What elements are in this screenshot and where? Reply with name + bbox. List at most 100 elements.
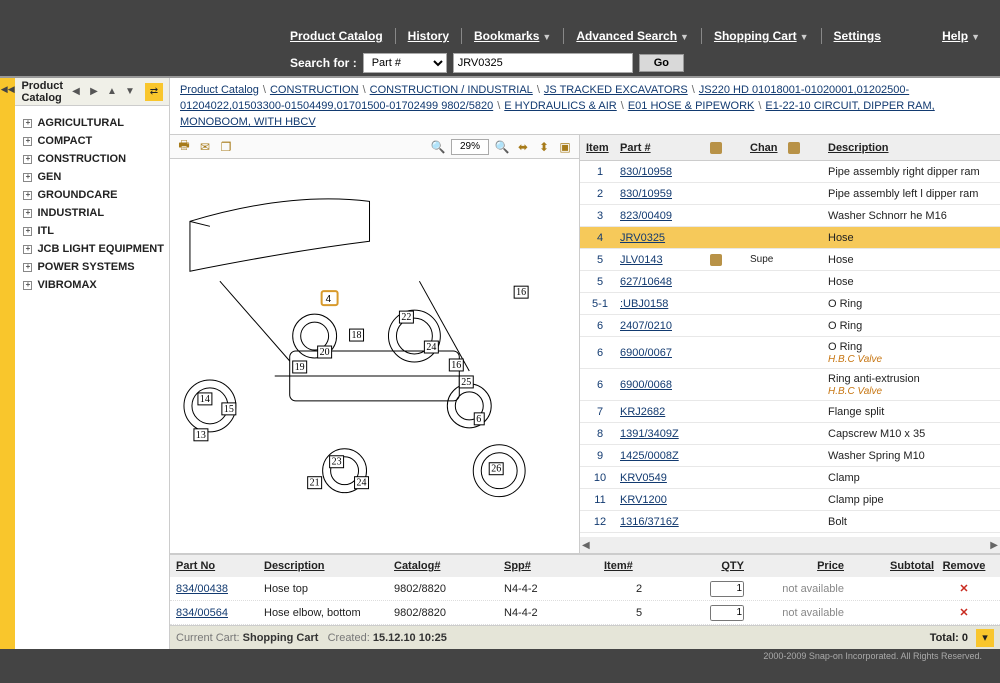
breadcrumb-link[interactable]: E01 HOSE & PIPEWORK <box>628 100 755 112</box>
zoom-out-icon[interactable]: 🔍 <box>430 139 446 155</box>
cart-col-desc[interactable]: Description <box>264 560 394 572</box>
nav-product-catalog[interactable]: Product Catalog <box>290 29 383 43</box>
part-link[interactable]: JRV0325 <box>620 232 665 244</box>
cart-col-subtotal[interactable]: Subtotal <box>844 560 934 572</box>
expand-icon[interactable]: + <box>23 173 32 182</box>
copy-icon[interactable]: ❐ <box>218 139 234 155</box>
locate-button[interactable]: ⇄ <box>145 83 163 101</box>
nav-forward-icon[interactable]: ▶ <box>87 85 101 99</box>
part-link[interactable]: 830/10958 <box>620 166 672 178</box>
expand-icon[interactable]: + <box>23 209 32 218</box>
col-item[interactable]: Item <box>580 142 620 154</box>
expand-cart-icon[interactable]: ▾ <box>976 629 994 647</box>
parts-diagram[interactable]: 4 14 15 13 19 20 18 22 24 25 6 16 <box>170 159 579 553</box>
breadcrumb-link[interactable]: CONSTRUCTION <box>270 84 359 96</box>
tree-item[interactable]: +CONSTRUCTION <box>19 150 165 168</box>
remove-icon[interactable]: ✕ <box>934 582 994 595</box>
expand-icon[interactable]: + <box>23 281 32 290</box>
nav-bookmarks[interactable]: Bookmarks▼ <box>474 29 551 43</box>
col-chan[interactable]: Chan <box>750 142 788 154</box>
part-link[interactable]: KRV1200 <box>620 494 667 506</box>
breadcrumb-link[interactable]: JS TRACKED EXCAVATORS <box>544 84 688 96</box>
cart-col-catalog[interactable]: Catalog# <box>394 560 504 572</box>
scroll-left-icon[interactable]: ◀ <box>582 540 590 551</box>
zoom-input[interactable] <box>451 139 489 155</box>
part-row[interactable]: 66900/0068Ring anti-extrusionH.B.C Valve <box>580 369 1000 401</box>
tree-item[interactable]: +GROUNDCARE <box>19 186 165 204</box>
part-link[interactable]: 823/00409 <box>620 210 672 222</box>
nav-history[interactable]: History <box>408 29 449 43</box>
expand-icon[interactable]: + <box>23 155 32 164</box>
expand-icon[interactable]: + <box>23 137 32 146</box>
part-link[interactable]: 6900/0068 <box>620 379 672 391</box>
expand-icon[interactable]: + <box>23 191 32 200</box>
print-icon[interactable]: 🖶 <box>176 139 192 155</box>
part-row[interactable]: 66900/0067O RingH.B.C Valve <box>580 337 1000 369</box>
part-link[interactable]: 6900/0067 <box>620 347 672 359</box>
cart-col-price[interactable]: Price <box>744 560 844 572</box>
part-row[interactable]: 5JLV0143SupeHose <box>580 249 1000 271</box>
search-input[interactable] <box>453 53 633 73</box>
qty-input[interactable] <box>710 605 744 621</box>
expand-icon[interactable]: + <box>23 263 32 272</box>
collapse-sidebar-tab[interactable]: ◀◀ <box>0 78 15 649</box>
part-row[interactable]: 7KRJ2682Flange split <box>580 401 1000 423</box>
fit-width-icon[interactable]: ⬌ <box>515 139 531 155</box>
breadcrumb-link[interactable]: E HYDRAULICS & AIR <box>504 100 616 112</box>
nav-up-icon[interactable]: ▲ <box>105 85 119 99</box>
tree-item[interactable]: +POWER SYSTEMS <box>19 258 165 276</box>
part-link[interactable]: JLV0143 <box>620 254 663 266</box>
part-row[interactable]: 2830/10959Pipe assembly left l dipper ra… <box>580 183 1000 205</box>
part-row[interactable]: 5627/10648Hose <box>580 271 1000 293</box>
tree-item[interactable]: +INDUSTRIAL <box>19 204 165 222</box>
tree-item[interactable]: +JCB LIGHT EQUIPMENT <box>19 240 165 258</box>
part-link[interactable]: 830/10959 <box>620 188 672 200</box>
tree-item[interactable]: +ITL <box>19 222 165 240</box>
cart-col-spp[interactable]: Spp# <box>504 560 604 572</box>
part-row[interactable]: 10KRV0549Clamp <box>580 467 1000 489</box>
nav-back-icon[interactable]: ◀ <box>69 85 83 99</box>
nav-advanced-search[interactable]: Advanced Search▼ <box>576 29 689 43</box>
part-row[interactable]: 121316/3716ZBolt <box>580 511 1000 533</box>
part-row[interactable]: 62407/0210O Ring <box>580 315 1000 337</box>
tree-item[interactable]: +GEN <box>19 168 165 186</box>
part-row[interactable]: 81391/3409ZCapscrew M10 x 35 <box>580 423 1000 445</box>
breadcrumb-link[interactable]: Product Catalog <box>180 84 259 96</box>
horizontal-scrollbar[interactable]: ◀ ▶ <box>580 537 1000 553</box>
part-link[interactable]: 2407/0210 <box>620 320 672 332</box>
email-icon[interactable]: ✉ <box>197 139 213 155</box>
search-type-select[interactable]: Part # <box>363 53 447 73</box>
remove-icon[interactable]: ✕ <box>934 606 994 619</box>
cart-part-link[interactable]: 834/00564 <box>176 607 228 619</box>
part-link[interactable]: 1425/0008Z <box>620 450 679 462</box>
nav-shopping-cart[interactable]: Shopping Cart▼ <box>714 29 809 43</box>
scroll-right-icon[interactable]: ▶ <box>990 540 998 551</box>
zoom-in-icon[interactable]: 🔍 <box>494 139 510 155</box>
expand-icon[interactable]: + <box>23 119 32 128</box>
expand-icon[interactable]: + <box>23 227 32 236</box>
part-row[interactable]: 4JRV0325Hose <box>580 227 1000 249</box>
cart-part-link[interactable]: 834/00438 <box>176 583 228 595</box>
part-row[interactable]: 91425/0008ZWasher Spring M10 <box>580 445 1000 467</box>
nav-settings[interactable]: Settings <box>834 29 881 43</box>
part-link[interactable]: 1391/3409Z <box>620 428 679 440</box>
tree-item[interactable]: +COMPACT <box>19 132 165 150</box>
fit-page-icon[interactable]: ▣ <box>557 139 573 155</box>
tree-item[interactable]: +AGRICULTURAL <box>19 114 165 132</box>
col-desc[interactable]: Description <box>828 142 1000 154</box>
part-link[interactable]: KRJ2682 <box>620 406 665 418</box>
fit-height-icon[interactable]: ⬍ <box>536 139 552 155</box>
go-button[interactable]: Go <box>639 54 684 72</box>
breadcrumb-link[interactable]: CONSTRUCTION / INDUSTRIAL <box>370 84 533 96</box>
nav-help[interactable]: Help▼ <box>942 29 980 43</box>
part-link[interactable]: :UBJ0158 <box>620 298 668 310</box>
tree-item[interactable]: +VIBROMAX <box>19 276 165 294</box>
col-part[interactable]: Part # <box>620 142 710 154</box>
part-row[interactable]: 5-1:UBJ0158O Ring <box>580 293 1000 315</box>
expand-icon[interactable]: + <box>23 245 32 254</box>
part-link[interactable]: KRV0549 <box>620 472 667 484</box>
part-link[interactable]: 627/10648 <box>620 276 672 288</box>
nav-down-icon[interactable]: ▼ <box>123 85 137 99</box>
cart-col-qty[interactable]: QTY <box>674 560 744 572</box>
part-row[interactable]: 3823/00409Washer Schnorr he M16 <box>580 205 1000 227</box>
